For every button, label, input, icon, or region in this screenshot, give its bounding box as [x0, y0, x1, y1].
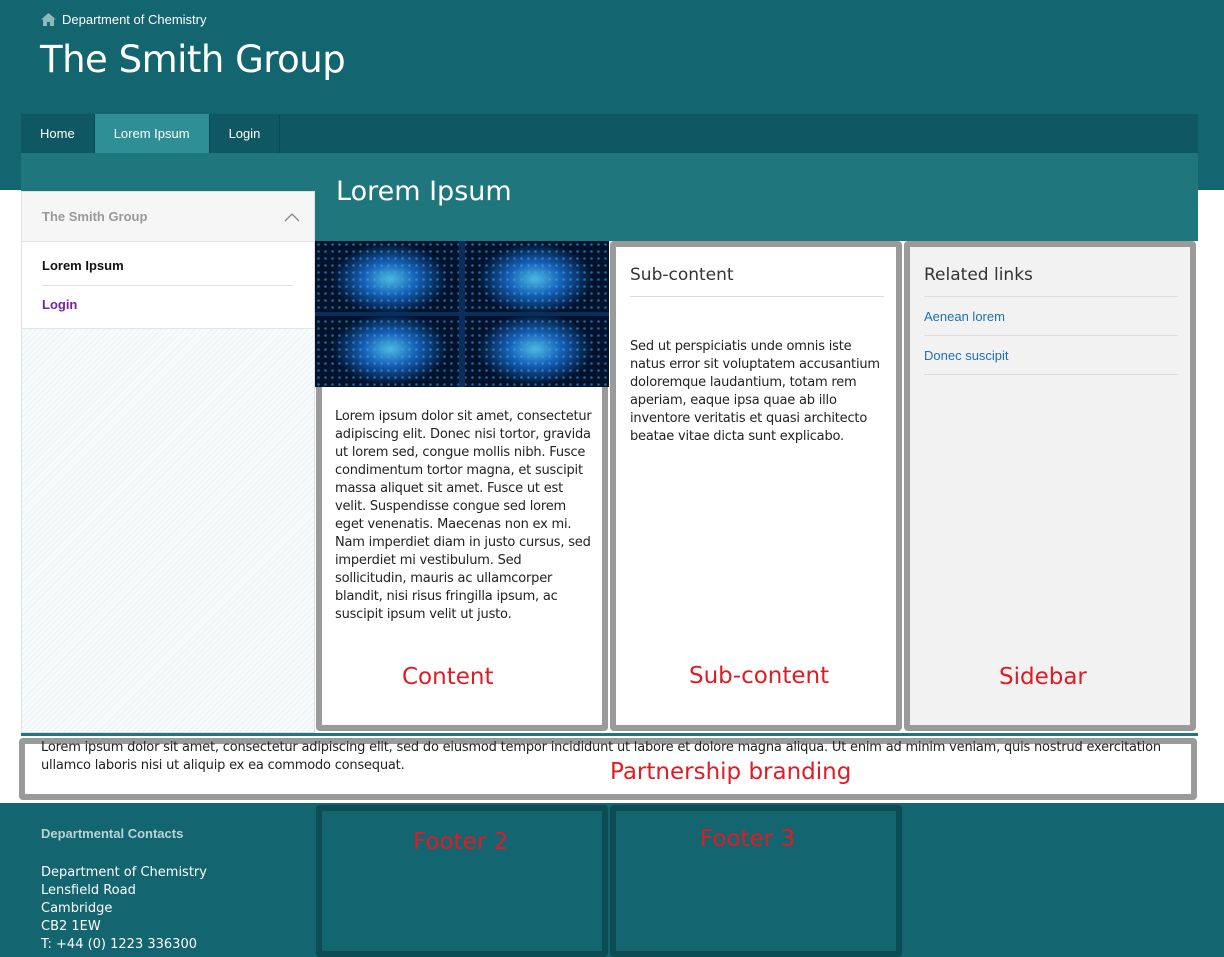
- subcontent-region: [610, 241, 902, 731]
- related-links-divider: [924, 374, 1178, 375]
- content-region-label: Content: [402, 664, 494, 690]
- subcontent-body: Sed ut perspiciatis unde omnis iste natu…: [630, 339, 880, 444]
- site-title[interactable]: The Smith Group: [40, 38, 346, 81]
- partnership-divider: [21, 733, 1198, 736]
- partnership-body: Lorem ipsum dolor sit amet, consectetur …: [41, 740, 1161, 773]
- footer-contact-line: Lensfield Road: [41, 883, 136, 898]
- nav-item-login[interactable]: Login: [210, 114, 281, 153]
- subcontent-region-label: Sub-content: [689, 663, 830, 689]
- footer-2-region-label: Footer 2: [413, 829, 509, 855]
- page-title: Lorem Ipsum: [336, 176, 512, 207]
- footer-contact-line: Department of Chemistry: [41, 865, 207, 880]
- related-links-heading: Related links: [924, 265, 1033, 285]
- section-menu-header[interactable]: The Smith Group: [22, 192, 314, 242]
- footer-contact-line: CB2 1EW: [41, 919, 101, 934]
- section-navigation: The Smith Group Lorem Ipsum Login: [21, 191, 315, 733]
- main-navigation: Home Lorem Ipsum Login: [21, 114, 1198, 153]
- section-menu-item-login[interactable]: Login: [42, 286, 293, 328]
- footer-contacts: Department of Chemistry Lensfield Road C…: [41, 864, 207, 954]
- related-links-divider: [924, 335, 1178, 336]
- nav-item-lorem-ipsum[interactable]: Lorem Ipsum: [94, 114, 210, 153]
- section-menu-heading[interactable]: The Smith Group: [42, 209, 147, 224]
- section-menu: The Smith Group Lorem Ipsum Login: [22, 192, 314, 329]
- related-link-donec-suscipit[interactable]: Donec suscipit: [924, 348, 1009, 363]
- footer-3-region-label: Footer 3: [700, 826, 796, 852]
- related-links-divider: [924, 296, 1178, 297]
- hero-image: [315, 241, 609, 387]
- nav-item-home[interactable]: Home: [21, 114, 95, 153]
- footer-contact-line: Cambridge: [41, 901, 113, 916]
- home-icon[interactable]: [41, 13, 56, 26]
- section-menu-item-lorem-ipsum[interactable]: Lorem Ipsum: [42, 242, 293, 286]
- subcontent-heading: Sub-content: [630, 265, 734, 285]
- breadcrumb-label[interactable]: Department of Chemistry: [62, 12, 207, 27]
- footer-contact-phone[interactable]: T: +44 (0) 1223 336300: [41, 936, 207, 954]
- related-link-aenean-lorem[interactable]: Aenean lorem: [924, 309, 1005, 324]
- content-body: Lorem ipsum dolor sit amet, consectetur …: [335, 409, 592, 622]
- partnership-region-label: Partnership branding: [610, 759, 852, 785]
- chevron-up-icon[interactable]: [284, 212, 300, 222]
- subcontent-divider: [630, 296, 884, 297]
- breadcrumb[interactable]: Department of Chemistry: [41, 12, 207, 27]
- footer-contacts-heading: Departmental Contacts: [41, 826, 184, 841]
- footer-2-region: [316, 805, 608, 957]
- sidebar-region-label: Sidebar: [999, 664, 1087, 690]
